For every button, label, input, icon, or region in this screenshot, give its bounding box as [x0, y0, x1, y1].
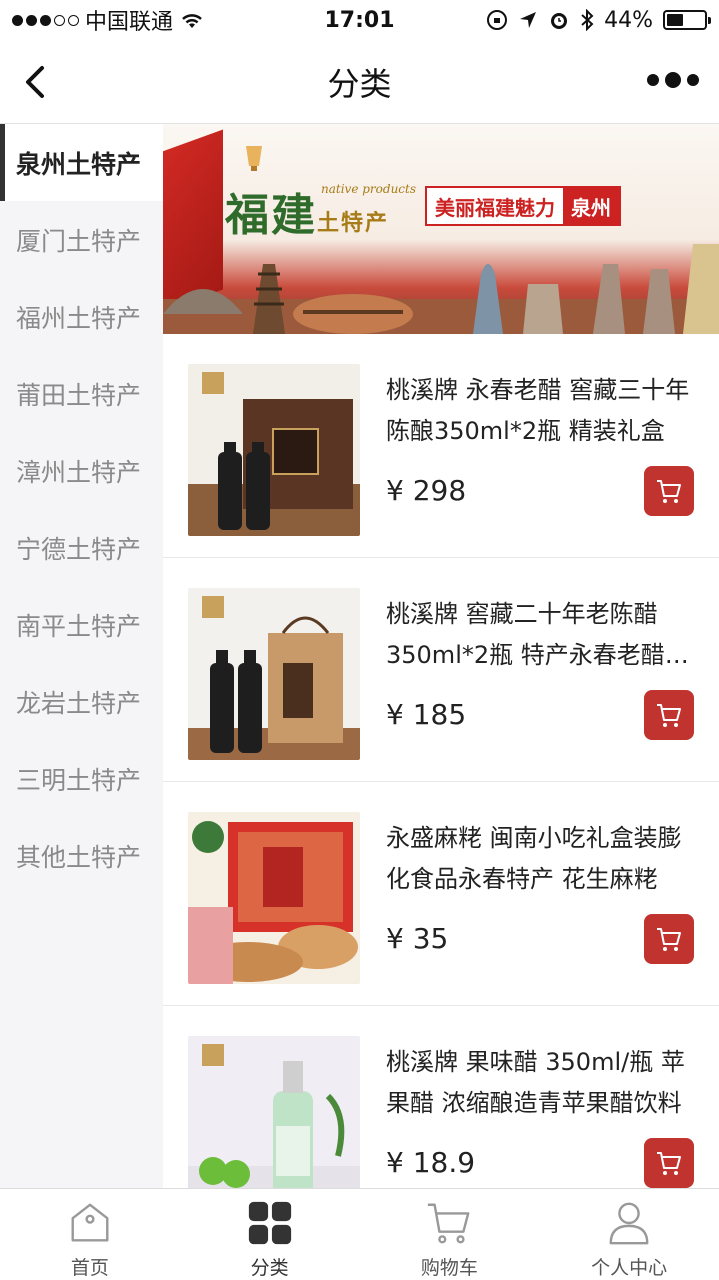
orientation-lock-icon	[487, 10, 508, 30]
sidebar-item-other[interactable]: 其他土特产	[0, 817, 163, 894]
sidebar-item-longyan[interactable]: 龙岩土特产	[0, 663, 163, 740]
sidebar-item-label: 泉州土特产	[16, 149, 142, 179]
wifi-icon	[182, 14, 202, 28]
cart-icon	[428, 1203, 470, 1244]
malao-snack-box-image	[188, 812, 360, 984]
vinegar-gift-box-image	[188, 364, 360, 536]
bottom-tab-bar: 首页 分类 购物车 个人中心	[0, 1188, 719, 1280]
carrier-name: 中国联通	[85, 10, 174, 35]
product-title[interactable]: 桃溪牌 窖藏二十年老陈醋350ml*2瓶 特产永春老醋礼盒	[386, 594, 696, 676]
status-right: 44%	[457, 7, 711, 33]
sidebar-item-label: 三明土特产	[16, 765, 142, 795]
sidebar-item-fuzhou[interactable]: 福州土特产	[0, 278, 163, 355]
add-to-cart-button[interactable]	[644, 1138, 694, 1188]
bluetooth-icon	[581, 9, 594, 31]
sidebar-item-sanming[interactable]: 三明土特产	[0, 740, 163, 817]
tab-label: 首页	[70, 1257, 109, 1279]
product-title[interactable]: 桃溪牌 果味醋 350ml/瓶 苹果醋 浓缩酿造青苹果醋饮料	[386, 1042, 696, 1124]
product-image[interactable]	[188, 364, 360, 536]
cart-icon	[657, 1152, 681, 1175]
sidebar-item-ningde[interactable]: 宁德土特产	[0, 509, 163, 586]
sidebar-item-xiamen[interactable]: 厦门土特产	[0, 201, 163, 278]
status-time: 17:01	[324, 7, 395, 33]
product-image[interactable]	[188, 588, 360, 760]
sidebar-item-label: 龙岩土特产	[16, 688, 142, 718]
tab-label: 购物车	[420, 1257, 478, 1279]
tab-cart[interactable]: 购物车	[360, 1189, 540, 1280]
sidebar-item-putian[interactable]: 莆田土特产	[0, 355, 163, 432]
status-left: 中国联通	[12, 4, 272, 36]
alarm-icon	[551, 13, 568, 29]
user-icon	[609, 1202, 649, 1245]
product-item[interactable]: 永盛麻粩 闽南小吃礼盒装膨化食品永春特产 花生麻粩 ¥ 35	[163, 782, 719, 1006]
product-price: ¥ 185	[386, 698, 467, 731]
product-list-panel: 福建土特产 native products 美丽福建魅力 泉州 桃溪牌 永春老醋…	[163, 124, 719, 1188]
battery-percent: 44%	[604, 7, 653, 33]
banner-slogan-text: 美丽福建魅力	[435, 195, 555, 220]
product-title[interactable]: 永盛麻粩 闽南小吃礼盒装膨化食品永春特产 花生麻粩	[386, 818, 696, 900]
sidebar-item-quanzhou[interactable]: 泉州土特产	[0, 124, 163, 201]
product-title[interactable]: 桃溪牌 永春老醋 窖藏三十年陈酿350ml*2瓶 精装礼盒	[386, 370, 696, 452]
battery-icon	[663, 10, 711, 30]
tab-label: 分类	[250, 1257, 289, 1279]
home-icon	[71, 1203, 109, 1242]
apple-vinegar-bottle-image	[188, 1036, 360, 1188]
tab-home[interactable]: 首页	[0, 1189, 180, 1280]
banner-english-subtitle: native products	[321, 182, 416, 196]
sidebar-item-label: 厦门土特产	[16, 226, 142, 256]
banner-slogan-highlight: 泉州	[563, 188, 619, 224]
status-bar: 中国联通 17:01 44%	[0, 0, 719, 40]
product-price: ¥ 35	[386, 922, 449, 955]
tab-label: 个人中心	[591, 1257, 668, 1279]
product-item[interactable]: 桃溪牌 永春老醋 窖藏三十年陈酿350ml*2瓶 精装礼盒 ¥ 298	[163, 334, 719, 558]
product-item[interactable]: 桃溪牌 果味醋 350ml/瓶 苹果醋 浓缩酿造青苹果醋饮料 ¥ 18.9	[163, 1006, 719, 1188]
product-price: ¥ 298	[386, 474, 467, 507]
product-image[interactable]	[188, 812, 360, 984]
product-price: ¥ 18.9	[386, 1146, 476, 1179]
navigation-bar: 分类	[0, 40, 719, 124]
tab-profile[interactable]: 个人中心	[539, 1189, 719, 1280]
sidebar-item-label: 其他土特产	[16, 842, 142, 872]
category-grid-icon	[248, 1201, 291, 1245]
landmarks-illustration	[163, 244, 719, 334]
tab-category[interactable]: 分类	[180, 1189, 360, 1280]
cart-icon	[657, 928, 681, 951]
vinegar-wooden-box-image	[188, 588, 360, 760]
sidebar-item-label: 南平土特产	[16, 611, 142, 641]
product-item[interactable]: 桃溪牌 窖藏二十年老陈醋350ml*2瓶 特产永春老醋礼盒 ¥ 185	[163, 558, 719, 782]
sidebar-item-label: 宁德土特产	[16, 534, 142, 564]
add-to-cart-button[interactable]	[644, 690, 694, 740]
page-title: 分类	[327, 64, 392, 103]
banner-title-main: 福建	[225, 190, 317, 241]
sidebar-item-label: 莆田土特产	[16, 380, 142, 410]
more-options-icon[interactable]	[647, 72, 699, 88]
banner-slogan: 美丽福建魅力 泉州	[425, 186, 621, 226]
category-sidebar: 泉州土特产 厦门土特产 福州土特产 莆田土特产 漳州土特产 宁德土特产 南平土特…	[0, 124, 163, 1188]
banner-title-sub: 土特产	[317, 210, 390, 236]
lantern-icon	[246, 146, 262, 171]
signal-strength-icon	[12, 14, 79, 26]
category-banner[interactable]: 福建土特产 native products 美丽福建魅力 泉州	[163, 124, 719, 334]
location-icon	[520, 12, 537, 28]
add-to-cart-button[interactable]	[644, 466, 694, 516]
sidebar-item-label: 漳州土特产	[16, 457, 142, 487]
cart-icon	[657, 704, 681, 727]
back-icon[interactable]	[16, 60, 56, 104]
add-to-cart-button[interactable]	[644, 914, 694, 964]
sidebar-item-label: 福州土特产	[16, 303, 142, 333]
cart-icon	[657, 480, 681, 503]
sidebar-item-zhangzhou[interactable]: 漳州土特产	[0, 432, 163, 509]
product-image[interactable]	[188, 1036, 360, 1188]
sidebar-item-nanping[interactable]: 南平土特产	[0, 586, 163, 663]
